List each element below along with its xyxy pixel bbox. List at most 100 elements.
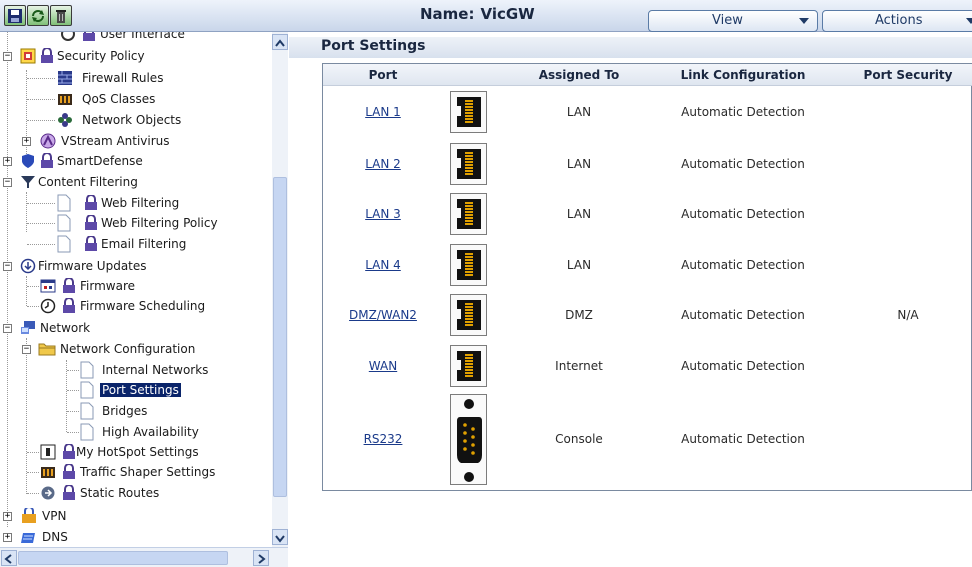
firewall-icon	[57, 70, 73, 86]
chevron-down-icon	[966, 18, 972, 24]
tree-item-vpn[interactable]: + VPN	[0, 506, 270, 526]
link-configuration-value: Automatic Detection	[681, 308, 805, 322]
tree-item-high-availability[interactable]: High Availability	[0, 422, 270, 442]
section-title: Port Settings	[289, 37, 972, 58]
collapse-toggle[interactable]: −	[22, 345, 31, 354]
collapse-toggle[interactable]: −	[3, 178, 12, 187]
hotspot-icon	[40, 444, 56, 460]
tree-item-user-interface[interactable]: User Interface	[0, 32, 270, 44]
tree-guide-line	[27, 244, 55, 245]
port-settings-table: Port Assigned To Link Configuration Port…	[322, 63, 972, 491]
tree-item-security-policy[interactable]: − Security Policy	[0, 46, 270, 66]
tree-item-web-filtering-policy[interactable]: Web Filtering Policy	[0, 213, 270, 233]
tree-item-network-configuration[interactable]: − Network Configuration	[0, 339, 270, 359]
scroll-left-button[interactable]	[1, 550, 17, 566]
tree-item-label: SmartDefense	[57, 154, 143, 168]
tree-item-firewall-rules[interactable]: Firewall Rules	[0, 68, 270, 88]
port-link-wan[interactable]: WAN	[323, 359, 443, 373]
link-configuration-value: Automatic Detection	[681, 432, 805, 446]
assigned-to-value: DMZ	[565, 308, 593, 322]
tree-item-label: Internal Networks	[102, 363, 209, 377]
expand-toggle[interactable]: +	[22, 137, 31, 146]
table-header: Port Assigned To Link Configuration Port…	[323, 64, 972, 86]
tree-item-static-routes[interactable]: Static Routes	[0, 483, 270, 503]
tree-item-network[interactable]: − Network	[0, 318, 270, 338]
scroll-thumb[interactable]	[18, 551, 228, 565]
tree-guide-line	[27, 223, 55, 224]
lock-icon	[62, 297, 76, 314]
tree-item-port-settings[interactable]: Port Settings	[0, 380, 270, 400]
port-link-dmz-wan2[interactable]: DMZ/WAN2	[323, 308, 443, 322]
tree-item-qos-classes[interactable]: QoS Classes	[0, 89, 270, 109]
rj45-port-icon	[450, 244, 487, 286]
tree-item-bridges[interactable]: Bridges	[0, 401, 270, 421]
tree-item-firmware-scheduling[interactable]: Firmware Scheduling	[0, 296, 270, 316]
tree-item-label: Web Filtering Policy	[101, 216, 218, 230]
chevron-down-icon	[799, 18, 809, 24]
assigned-to-value: Internet	[555, 359, 603, 373]
tree-item-firmware-updates[interactable]: − Firmware Updates	[0, 256, 270, 276]
tree-guide-line	[27, 493, 39, 494]
table-row: LAN 3 LAN Automatic Detection	[323, 190, 972, 240]
port-link-lan-1[interactable]: LAN 1	[323, 105, 443, 119]
link-configuration-value: Automatic Detection	[681, 359, 805, 373]
tree-guide-line	[27, 286, 39, 287]
network-objects-icon	[57, 112, 73, 128]
lock-icon	[84, 194, 98, 211]
lock-icon	[62, 463, 76, 480]
scroll-up-button[interactable]	[272, 34, 288, 50]
tree-guide-line	[67, 370, 79, 371]
tree-item-network-objects[interactable]: Network Objects	[0, 110, 270, 130]
delete-button[interactable]	[50, 5, 72, 26]
traffic-shaper-icon	[40, 464, 56, 480]
chevron-right-icon	[258, 554, 266, 564]
expand-toggle[interactable]: +	[3, 157, 12, 166]
tree-item-label: Firewall Rules	[82, 71, 164, 85]
column-header-link-configuration: Link Configuration	[680, 68, 806, 82]
scroll-down-button[interactable]	[272, 529, 288, 545]
scroll-right-button[interactable]	[253, 550, 269, 566]
view-dropdown[interactable]: View	[648, 10, 818, 32]
collapse-toggle[interactable]: −	[3, 324, 12, 333]
actions-dropdown[interactable]: Actions	[822, 10, 972, 32]
collapse-toggle[interactable]: −	[3, 52, 12, 61]
tree-item-smartdefense[interactable]: + SmartDefense	[0, 151, 270, 171]
tree-item-web-filtering[interactable]: Web Filtering	[0, 193, 270, 213]
refresh-button[interactable]	[27, 5, 49, 26]
page-icon	[80, 381, 96, 399]
link-configuration-value: Automatic Detection	[681, 207, 805, 221]
tree-item-label: Traffic Shaper Settings	[80, 465, 216, 479]
tree-item-label: VStream Antivirus	[61, 134, 170, 148]
rj45-port-icon	[450, 345, 487, 387]
port-link-lan-2[interactable]: LAN 2	[323, 157, 443, 171]
save-icon	[8, 9, 22, 23]
tree-vertical-scrollbar[interactable]	[272, 32, 288, 547]
tree-item-email-filtering[interactable]: Email Filtering	[0, 234, 270, 254]
tree-guide-line	[27, 306, 39, 307]
tree-item-label: User Interface	[100, 32, 185, 41]
collapse-toggle[interactable]: −	[3, 262, 12, 271]
expand-toggle[interactable]: +	[3, 533, 12, 542]
tree-item-label: High Availability	[102, 425, 199, 439]
tree-item-dns[interactable]: + DNS	[0, 527, 270, 547]
save-button[interactable]	[4, 5, 26, 26]
scroll-thumb[interactable]	[273, 177, 287, 497]
port-link-lan-3[interactable]: LAN 3	[323, 207, 443, 221]
tree-item-label: Static Routes	[80, 486, 160, 500]
tree-horizontal-scrollbar[interactable]	[0, 547, 288, 567]
port-link-rs232[interactable]: RS232	[323, 432, 443, 446]
tree-item-label: Content Filtering	[38, 175, 138, 189]
clock-icon	[40, 298, 56, 314]
tree-item-my-hotspot-settings[interactable]: My HotSpot Settings	[0, 442, 270, 462]
tree-item-firmware[interactable]: Firmware	[0, 276, 270, 296]
expand-toggle[interactable]: +	[3, 512, 12, 521]
port-link-lan-4[interactable]: LAN 4	[323, 258, 443, 272]
lock-icon	[62, 484, 76, 501]
port-security-value: N/A	[897, 308, 919, 322]
tree-item-vstream-antivirus[interactable]: + VStream Antivirus	[0, 131, 270, 151]
tree-item-traffic-shaper-settings[interactable]: Traffic Shaper Settings	[0, 462, 270, 482]
tree-item-content-filtering[interactable]: − Content Filtering	[0, 172, 270, 192]
tree-item-internal-networks[interactable]: Internal Networks	[0, 360, 270, 380]
routes-icon	[40, 485, 56, 501]
delete-icon	[56, 10, 66, 23]
